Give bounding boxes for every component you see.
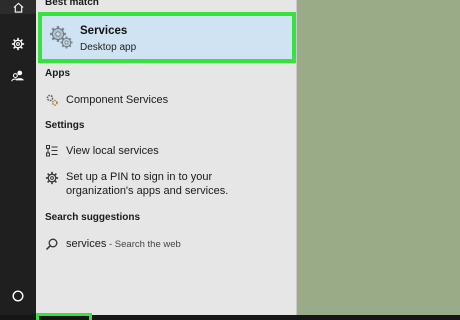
component-services-label: Component Services <box>66 94 169 106</box>
best-match-subtitle: Desktop app <box>80 42 137 53</box>
cortana-icon <box>12 290 24 302</box>
taskbar-search-box[interactable] <box>36 313 92 320</box>
component-services-icon <box>46 94 58 106</box>
services-list-icon <box>46 145 58 157</box>
home-icon <box>13 2 23 13</box>
best-match-title: Services <box>80 25 128 37</box>
gear-icon <box>11 37 25 51</box>
left-rail <box>0 0 36 320</box>
view-local-services-label: View local services <box>66 145 159 157</box>
result-setup-pin[interactable]: Set up a PIN to sign in to your organiza… <box>36 169 296 201</box>
apps-heading: Apps <box>45 68 70 79</box>
settings-button[interactable] <box>0 30 36 58</box>
people-button[interactable] <box>0 62 36 90</box>
setup-pin-label: Set up a PIN to sign in to your organiza… <box>66 170 228 198</box>
suggestion-query: services <box>66 238 107 250</box>
best-match-heading: Best match <box>45 0 99 8</box>
result-view-local-services[interactable]: View local services <box>36 138 296 164</box>
setup-pin-line-1: Set up a PIN to sign in to your <box>66 171 213 183</box>
services-gears-icon <box>50 26 73 49</box>
web-suggestion-text: services - Search the web <box>66 237 181 252</box>
best-match-result-services[interactable]: Services Desktop app <box>38 12 296 63</box>
people-icon <box>11 70 24 82</box>
web-suggestion-services[interactable]: services - Search the web <box>36 231 296 257</box>
search-suggestions-heading: Search suggestions <box>45 212 141 223</box>
suggestion-suffix: - Search the web <box>106 239 181 250</box>
setup-pin-line-2: organization's apps and services. <box>66 185 229 197</box>
search-results-panel: Best match Services Desktop app Apps Com… <box>36 0 297 320</box>
result-component-services[interactable]: Component Services <box>36 87 296 113</box>
search-icon <box>45 238 58 251</box>
settings-heading: Settings <box>45 120 85 131</box>
gear-icon <box>45 171 59 185</box>
cortana-button[interactable] <box>0 282 36 310</box>
home-button[interactable] <box>0 0 36 14</box>
